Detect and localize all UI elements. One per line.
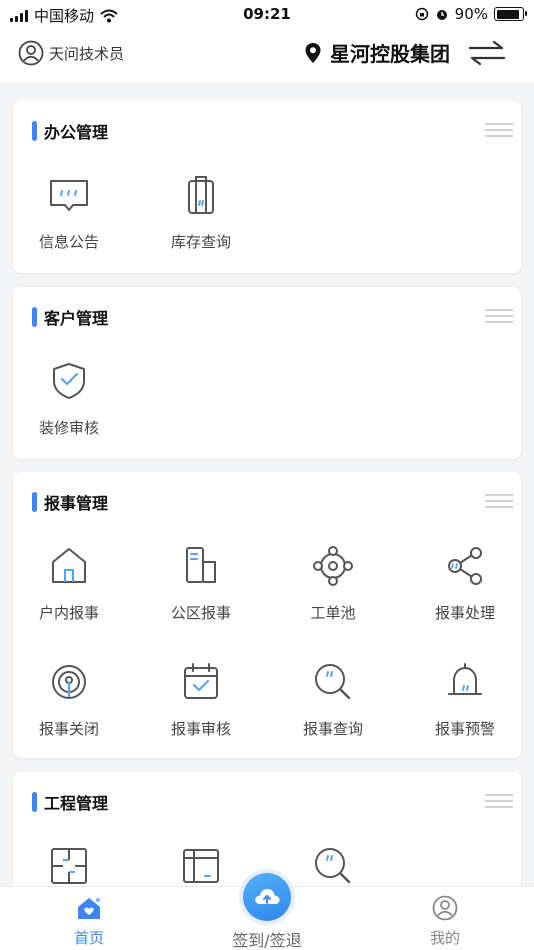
menu-item-query-report[interactable]: 报事查询 (277, 660, 389, 739)
menu-item-public-report[interactable]: 公区报事 (145, 544, 257, 623)
home-icon (78, 898, 100, 919)
drag-handle-icon[interactable] (485, 309, 513, 327)
menu-item-report-warning[interactable]: 报事预警 (409, 660, 521, 739)
menu-item-label: 报事审核 (170, 720, 231, 738)
user-circle-icon (432, 895, 458, 921)
tab-mine[interactable]: 我的 (395, 895, 495, 948)
tab-home[interactable]: 首页 (39, 895, 139, 948)
search-icon (315, 848, 351, 884)
section-accent-bar (32, 307, 37, 327)
menu-item-label: 装修审核 (38, 419, 99, 437)
user-info[interactable]: 天问技术员 (18, 40, 124, 66)
menu-item-renovation-review[interactable]: 装修审核 (13, 359, 125, 438)
menu-item-indoor-report[interactable]: 户内报事 (13, 544, 125, 623)
status-right: 90% (415, 5, 527, 23)
calendar-check-icon (184, 663, 218, 699)
cloud-upload-icon (243, 873, 291, 921)
drag-handle-icon[interactable] (485, 494, 513, 512)
tab-label: 首页 (73, 929, 104, 947)
menu-item-label: 工单池 (310, 604, 356, 622)
user-icon (18, 40, 44, 66)
tab-label: 我的 (429, 929, 460, 947)
section-office: 办公管理 信息公告 库存查询 (13, 101, 521, 273)
network-icon (313, 546, 353, 586)
section-accent-bar (32, 121, 37, 141)
building-icon (186, 547, 216, 583)
menu-item-handle-report[interactable]: 报事处理 (409, 544, 521, 623)
house-icon (52, 548, 86, 583)
search-icon (315, 664, 351, 700)
share-icon (448, 547, 482, 585)
section-title: 办公管理 (44, 123, 109, 142)
section-title: 工程管理 (44, 794, 109, 813)
menu-item-label: 公区报事 (170, 604, 231, 622)
orientation-lock-icon (415, 7, 428, 21)
bell-icon (448, 663, 482, 695)
drag-handle-icon[interactable] (485, 123, 513, 141)
menu-item-announcement[interactable]: 信息公告 (13, 173, 125, 252)
app-header: 天问技术员 星河控股集团 (0, 30, 534, 82)
menu-item-label: 户内报事 (38, 604, 99, 622)
section-customer: 客户管理 装修审核 (13, 287, 521, 459)
menu-item-label: 信息公告 (38, 233, 99, 251)
menu-item-label: 报事处理 (434, 604, 495, 622)
org-name: 星河控股集团 (330, 42, 450, 66)
section-incident: 报事管理 户内报事 公区报事 工单池 报事处理 报事关闭 报事审核 报事查询 报… (13, 472, 521, 758)
signal-icon (52, 665, 86, 699)
grid-icon (51, 848, 87, 884)
switch-icon[interactable] (468, 40, 506, 66)
menu-item-label: 报事关闭 (38, 720, 99, 738)
user-name: 天问技术员 (49, 44, 125, 63)
menu-item-label: 报事预警 (434, 720, 495, 738)
menu-item-label: 报事查询 (302, 720, 363, 738)
org-switcher[interactable]: 星河控股集团 (304, 38, 506, 67)
menu-item-close-report[interactable]: 报事关闭 (13, 660, 125, 739)
battery-icon (494, 7, 527, 21)
section-accent-bar (32, 792, 37, 812)
bottom-tab-bar: 首页 签到/签退 我的 (0, 873, 534, 950)
menu-item-inventory[interactable]: 库存查询 (145, 173, 257, 252)
location-pin-icon (305, 42, 321, 63)
menu-item-label: 库存查询 (170, 233, 231, 251)
drag-handle-icon[interactable] (485, 794, 513, 812)
alarm-icon (436, 10, 447, 20)
menu-item-work-order-pool[interactable]: 工单池 (277, 544, 389, 623)
battery-label: 90% (454, 5, 488, 23)
status-bar: 中国移动 09:21 90% (0, 0, 534, 30)
message-icon (50, 180, 88, 211)
shield-check-icon (53, 363, 85, 399)
tab-label: 签到/签退 (232, 931, 302, 950)
section-title: 客户管理 (44, 309, 109, 328)
section-title: 报事管理 (44, 494, 109, 513)
checkin-button[interactable]: 签到/签退 (217, 873, 317, 950)
menu-item-review-report[interactable]: 报事审核 (145, 660, 257, 739)
luggage-icon (188, 176, 214, 214)
section-accent-bar (32, 492, 37, 512)
